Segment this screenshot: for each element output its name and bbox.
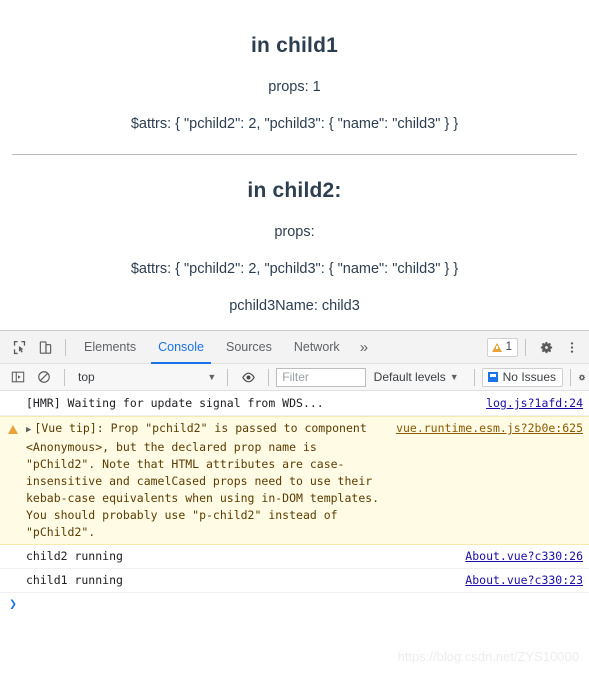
warning-triangle-icon: [491, 342, 502, 352]
toolbar-divider-1: [65, 338, 66, 356]
console-message-row[interactable]: child1 running About.vue?c330:23: [0, 569, 589, 593]
console-message-source-link[interactable]: About.vue?c330:23: [461, 572, 583, 589]
tab-console[interactable]: Console: [147, 331, 215, 364]
warning-triangle-icon: [8, 425, 18, 434]
console-message-source-link[interactable]: About.vue?c330:26: [461, 548, 583, 565]
console-message-text: child2 running: [26, 549, 123, 563]
screenshot-root: in child1 props: 1 $attrs: { "pchild2": …: [0, 0, 589, 678]
filter-input[interactable]: Filter: [276, 367, 366, 387]
console-message-row[interactable]: ▶ [Vue tip]: Prop "pchild2" is passed to …: [0, 416, 589, 545]
message-gutter: [0, 572, 26, 573]
tab-network[interactable]: Network: [283, 331, 351, 364]
child2-heading: in child2:: [247, 179, 342, 202]
issues-label: No Issues: [502, 370, 556, 384]
more-tabs-label: »: [359, 338, 369, 356]
child2-attrs-line: $attrs: { "pchild2": 2, "pchild3": { "na…: [130, 261, 459, 277]
devtools-toolbar: Elements Console Sources Network » 1: [0, 331, 589, 364]
message-gutter: [0, 548, 26, 549]
inspect-element-icon[interactable]: [6, 335, 32, 360]
device-toolbar-icon[interactable]: [32, 335, 58, 360]
filter-input-placeholder: Filter: [282, 370, 309, 384]
tab-network-label: Network: [293, 340, 340, 354]
child1-block: in child1 props: 1 $attrs: { "pchild2": …: [8, 0, 581, 155]
console-prompt[interactable]: ❯: [0, 593, 589, 613]
filterbar-divider-2: [227, 368, 229, 386]
filterbar-divider-1: [64, 368, 65, 386]
console-message-row[interactable]: [HMR] Waiting for update signal from WDS…: [0, 392, 589, 416]
child1-attrs-line: $attrs: { "pchild2": 2, "pchild3": { "na…: [130, 116, 459, 132]
toolbar-divider-2: [525, 338, 526, 356]
warning-count-badge[interactable]: 1: [486, 337, 518, 357]
console-message-text: [HMR] Waiting for update signal from WDS…: [26, 396, 324, 410]
console-sidebar-icon[interactable]: [5, 365, 31, 390]
console-message-text: ▶ [Vue tip]: Prop "pchild2" is passed to …: [26, 420, 392, 541]
chevron-down-icon: ▼: [449, 372, 459, 382]
tab-elements-label: Elements: [84, 340, 137, 354]
issues-button[interactable]: No Issues: [481, 367, 563, 387]
execution-context-select[interactable]: top ▼: [72, 368, 220, 387]
tab-elements[interactable]: Elements: [73, 331, 147, 364]
warning-count-value: 1: [505, 341, 512, 353]
child2-props-line: props:: [274, 224, 315, 240]
filterbar-divider-3: [268, 368, 270, 386]
clear-console-icon[interactable]: [31, 365, 57, 390]
gear-icon[interactable]: [578, 365, 586, 390]
live-expression-eye-icon[interactable]: [235, 365, 261, 390]
console-message-list[interactable]: [HMR] Waiting for update signal from WDS…: [0, 392, 589, 678]
gear-icon[interactable]: [533, 335, 559, 360]
log-levels-label: Default levels: [373, 370, 446, 384]
child2-block: in child2: props: $attrs: { "pchild2": 2…: [8, 155, 581, 314]
child1-props-line: props: 1: [268, 79, 321, 95]
kebab-menu-icon[interactable]: [559, 335, 585, 360]
issues-flag-icon: [487, 372, 498, 382]
more-tabs-chevron-icon[interactable]: »: [351, 331, 377, 364]
chevron-down-icon: ▼: [207, 372, 217, 382]
child1-heading: in child1: [251, 34, 338, 57]
console-message-text: child1 running: [26, 573, 123, 587]
console-warning-text: [Vue tip]: Prop "pchild2" is passed to c…: [26, 421, 387, 539]
console-message-row[interactable]: child2 running About.vue?c330:26: [0, 545, 589, 569]
tab-console-label: Console: [158, 340, 204, 354]
message-gutter: [0, 420, 26, 434]
message-gutter: [0, 395, 26, 396]
console-filter-bar: top ▼ Filter Default levels ▼ No Issues: [0, 364, 589, 391]
expand-arrow-icon[interactable]: ▶: [26, 422, 31, 439]
prompt-chevron-icon: ❯: [9, 597, 17, 612]
console-message-source-link[interactable]: vue.runtime.esm.js?2b0e:625: [392, 420, 583, 437]
vue-app-output: in child1 props: 1 $attrs: { "pchild2": …: [0, 0, 589, 314]
tab-sources-label: Sources: [225, 340, 272, 354]
child2-pchild3name-line: pchild3Name: child3: [229, 298, 360, 314]
devtools-tab-strip: Elements Console Sources Network »: [73, 331, 377, 364]
filterbar-divider-4: [473, 368, 475, 386]
tab-sources[interactable]: Sources: [215, 331, 283, 364]
filterbar-divider-5: [570, 368, 571, 386]
watermark: https://blog.csdn.net/ZYS10000: [397, 649, 579, 664]
console-message-source-link[interactable]: log.js?1afd:24: [482, 395, 583, 412]
log-levels-select[interactable]: Default levels ▼: [366, 370, 467, 384]
devtools-panel: Elements Console Sources Network » 1 top…: [0, 330, 589, 678]
execution-context-value: top: [78, 370, 95, 384]
